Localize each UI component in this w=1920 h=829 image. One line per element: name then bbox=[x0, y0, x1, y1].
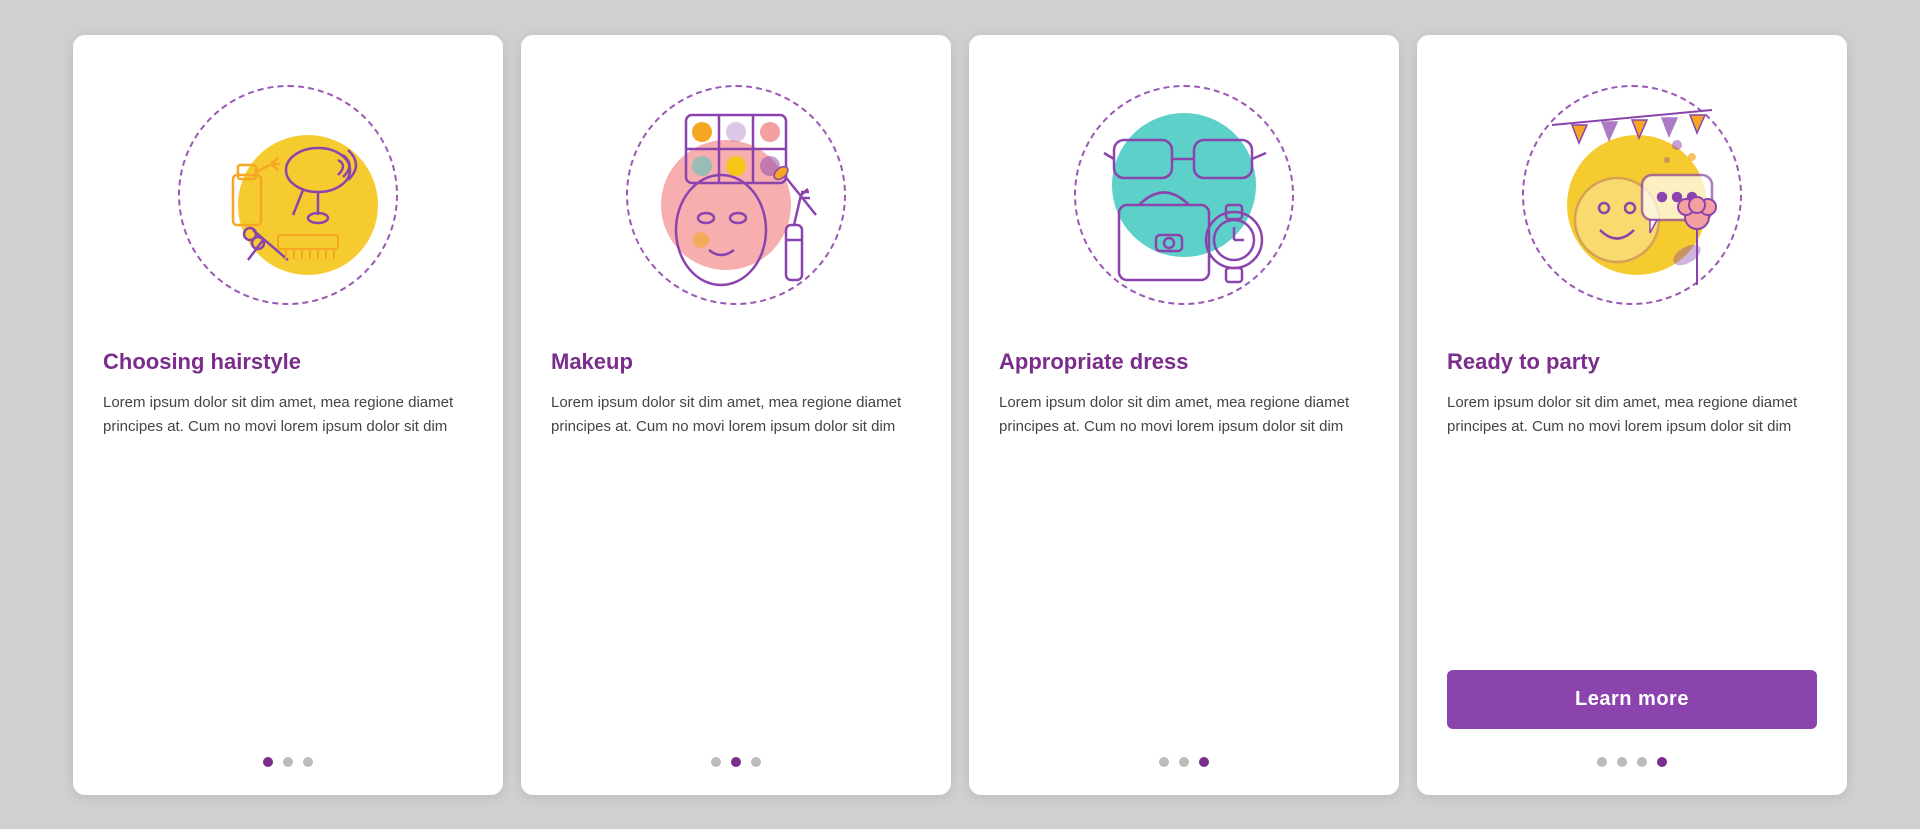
dress-illustration bbox=[1054, 65, 1314, 325]
hairstyle-illustration bbox=[158, 65, 418, 325]
card1-text: Lorem ipsum dolor sit dim amet, mea regi… bbox=[103, 391, 473, 569]
dot bbox=[711, 757, 721, 767]
card2-dots bbox=[711, 757, 761, 767]
party-icon bbox=[1522, 85, 1742, 305]
cards-container: Choosing hairstyle Lorem ipsum dolor sit… bbox=[43, 5, 1877, 825]
dot bbox=[283, 757, 293, 767]
learn-more-button[interactable]: Learn more bbox=[1447, 670, 1817, 729]
dot bbox=[731, 757, 741, 767]
dot bbox=[751, 757, 761, 767]
card-hairstyle: Choosing hairstyle Lorem ipsum dolor sit… bbox=[73, 35, 503, 795]
card3-dots bbox=[1159, 757, 1209, 767]
dot bbox=[1657, 757, 1667, 767]
dot bbox=[1637, 757, 1647, 767]
card-party: Ready to party Lorem ipsum dolor sit dim… bbox=[1417, 35, 1847, 795]
dot bbox=[1179, 757, 1189, 767]
card2-text: Lorem ipsum dolor sit dim amet, mea regi… bbox=[551, 391, 921, 569]
dot bbox=[263, 757, 273, 767]
card2-title: Makeup bbox=[551, 349, 921, 375]
dot bbox=[303, 757, 313, 767]
hairstyle-icon bbox=[178, 85, 398, 305]
card-dress: Appropriate dress Lorem ipsum dolor sit … bbox=[969, 35, 1399, 795]
dot bbox=[1199, 757, 1209, 767]
dot bbox=[1617, 757, 1627, 767]
makeup-icon bbox=[626, 85, 846, 305]
dot bbox=[1159, 757, 1169, 767]
card4-title: Ready to party bbox=[1447, 349, 1817, 375]
card3-title: Appropriate dress bbox=[999, 349, 1369, 375]
card1-title: Choosing hairstyle bbox=[103, 349, 473, 375]
makeup-illustration bbox=[606, 65, 866, 325]
card-makeup: Makeup Lorem ipsum dolor sit dim amet, m… bbox=[521, 35, 951, 795]
dot bbox=[1597, 757, 1607, 767]
card4-text: Lorem ipsum dolor sit dim amet, mea regi… bbox=[1447, 391, 1817, 670]
card1-dots bbox=[263, 757, 313, 767]
card3-text: Lorem ipsum dolor sit dim amet, mea regi… bbox=[999, 391, 1369, 569]
card4-dots bbox=[1597, 757, 1667, 767]
dress-icon bbox=[1074, 85, 1294, 305]
party-illustration bbox=[1502, 65, 1762, 325]
